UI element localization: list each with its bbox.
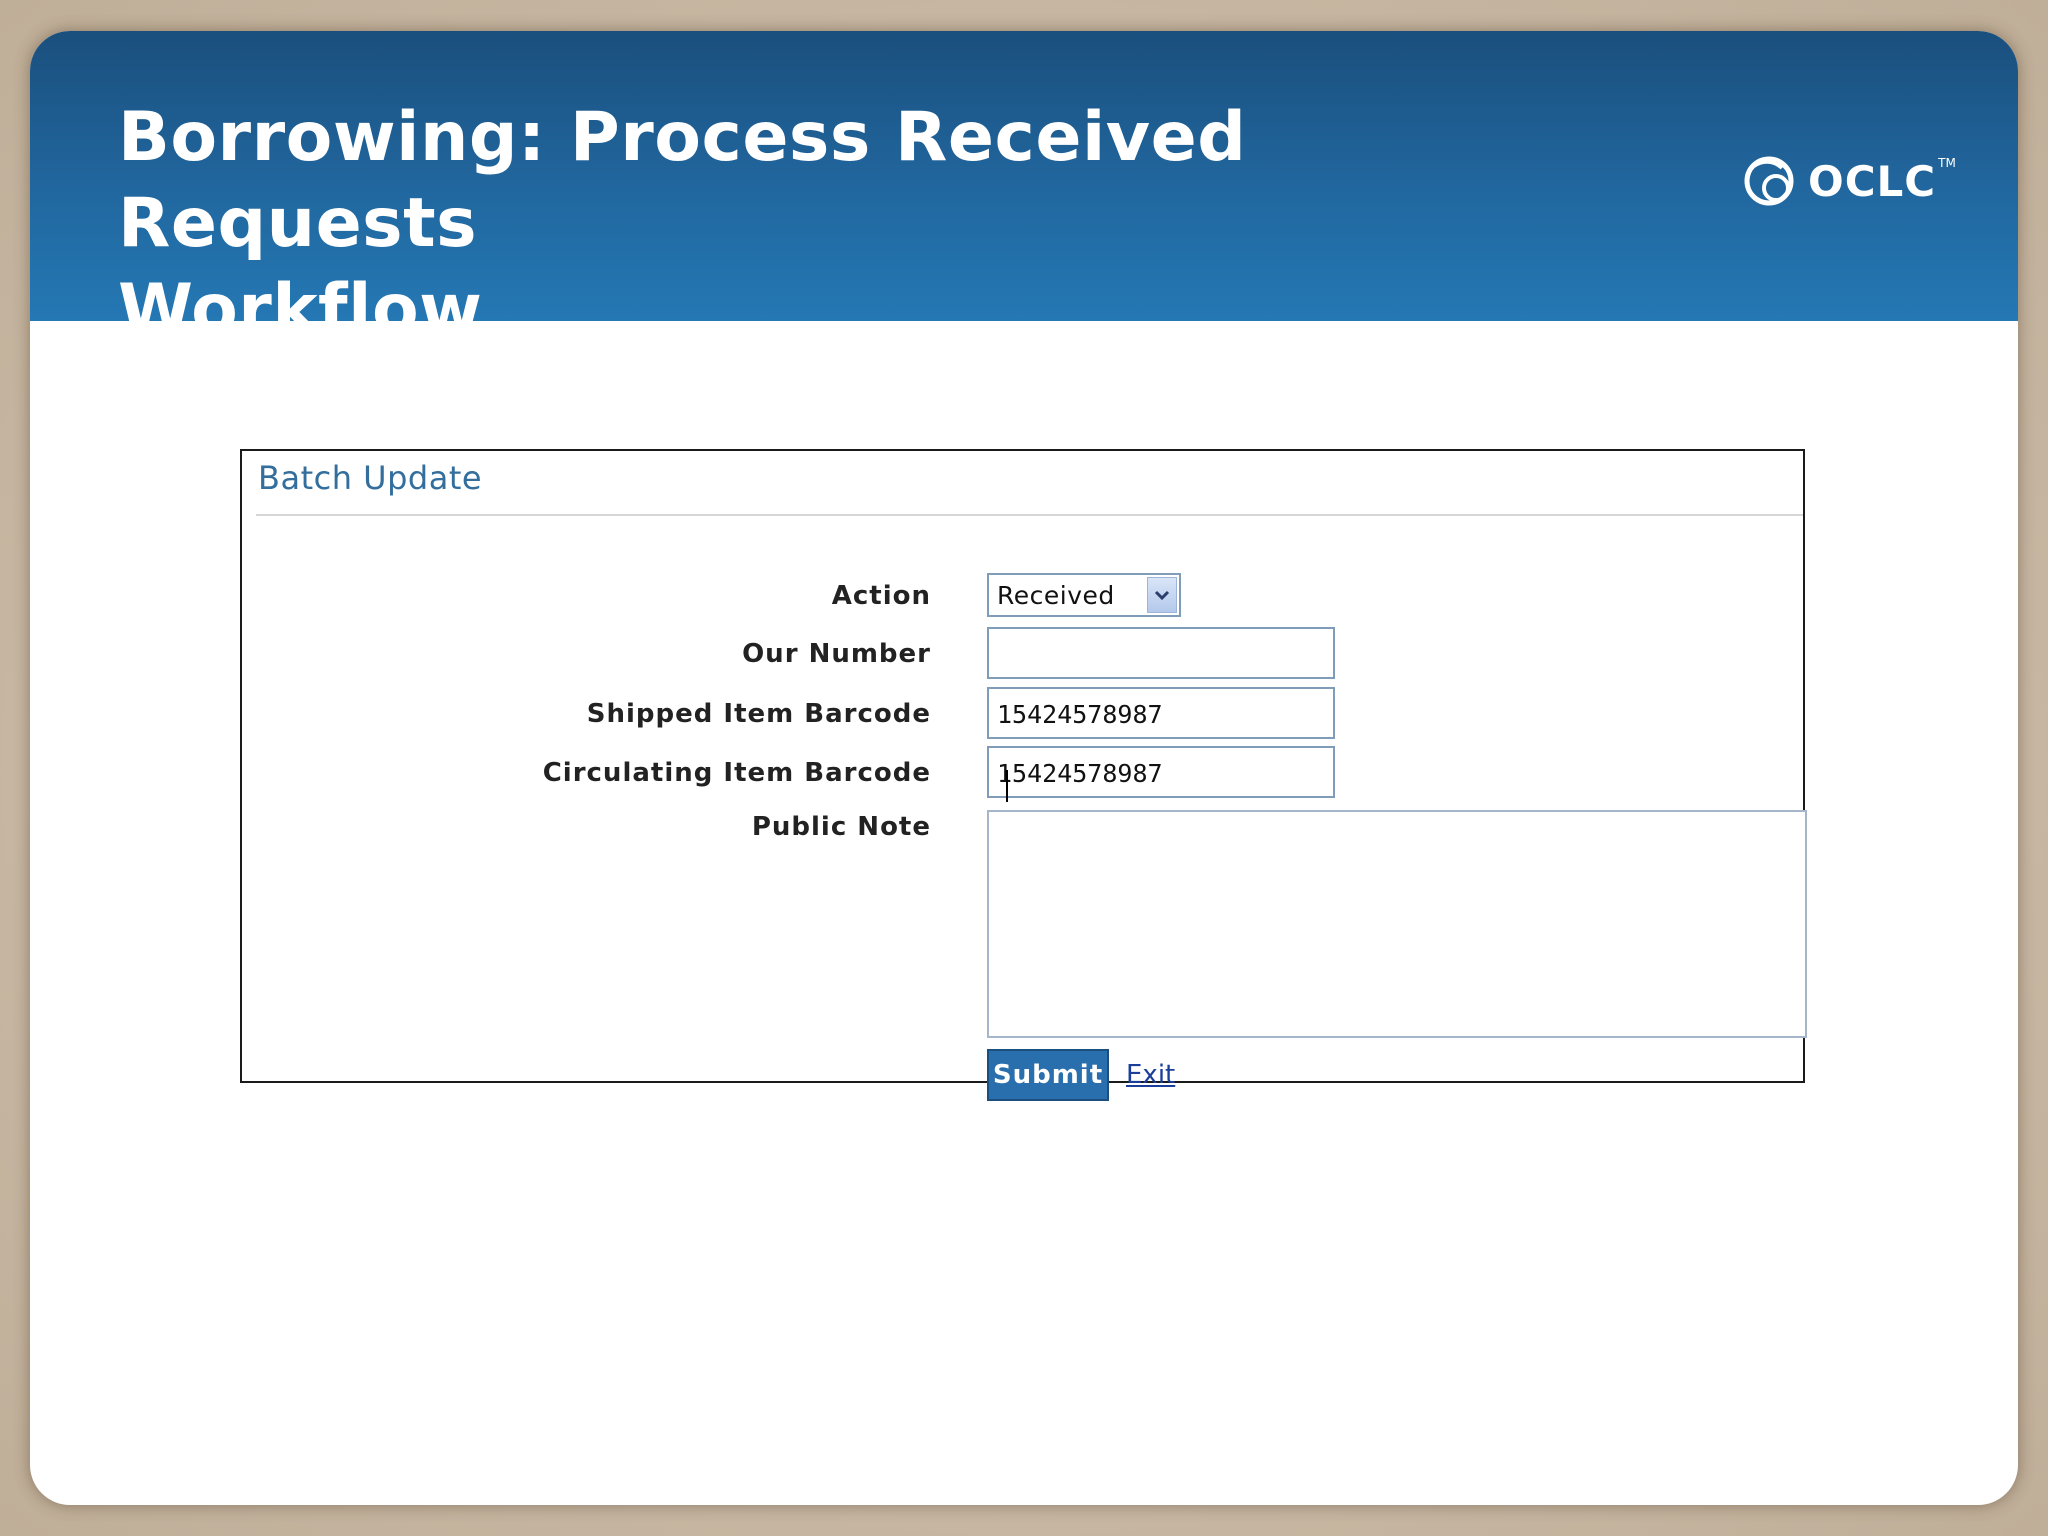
action-select[interactable]: Received [987,573,1181,617]
logo-text: OCLC [1808,156,1937,206]
text-caret [1006,770,1008,802]
shipped-item-barcode-value: 15424578987 [997,700,1163,729]
slide-title: Borrowing: Process Received Requests Wor… [118,95,1518,353]
shipped-item-barcode-input[interactable]: 15424578987 [987,687,1335,739]
title-banner: Borrowing: Process Received Requests Wor… [30,31,2018,349]
slide: Borrowing: Process Received Requests Wor… [30,31,2018,1505]
shipped-item-barcode-label: Shipped Item Barcode [586,699,931,729]
slide-title-line-1: Borrowing: Process Received Requests [118,98,1247,263]
action-select-value: Received [997,581,1115,610]
our-number-label: Our Number [742,639,931,669]
panel-title: Batch Update [258,459,483,497]
public-note-label: Public Note [751,812,931,842]
panel-divider [256,514,1803,516]
action-label: Action [831,581,931,611]
submit-button[interactable]: Submit [987,1049,1109,1101]
circulating-item-barcode-input[interactable]: 15424578987 [987,746,1335,802]
oclc-logo: OCLC TM [1742,146,1956,216]
slide-title-line-2: Workflow [118,270,483,349]
circulating-item-barcode-label: Circulating Item Barcode [542,758,931,788]
oclc-logo-icon [1742,150,1800,212]
public-note-textarea[interactable] [987,810,1807,1038]
circulating-item-barcode-value: 15424578987 [997,759,1163,788]
batch-update-panel: Batch Update Action Received Our Number … [240,449,1807,1101]
logo-trademark: TM [1938,156,1956,170]
chevron-down-icon[interactable] [1147,577,1177,613]
circulating-item-barcode-text: 15424578987 [997,759,1163,802]
exit-link[interactable]: Exit [1126,1060,1175,1090]
our-number-input[interactable] [987,627,1335,679]
